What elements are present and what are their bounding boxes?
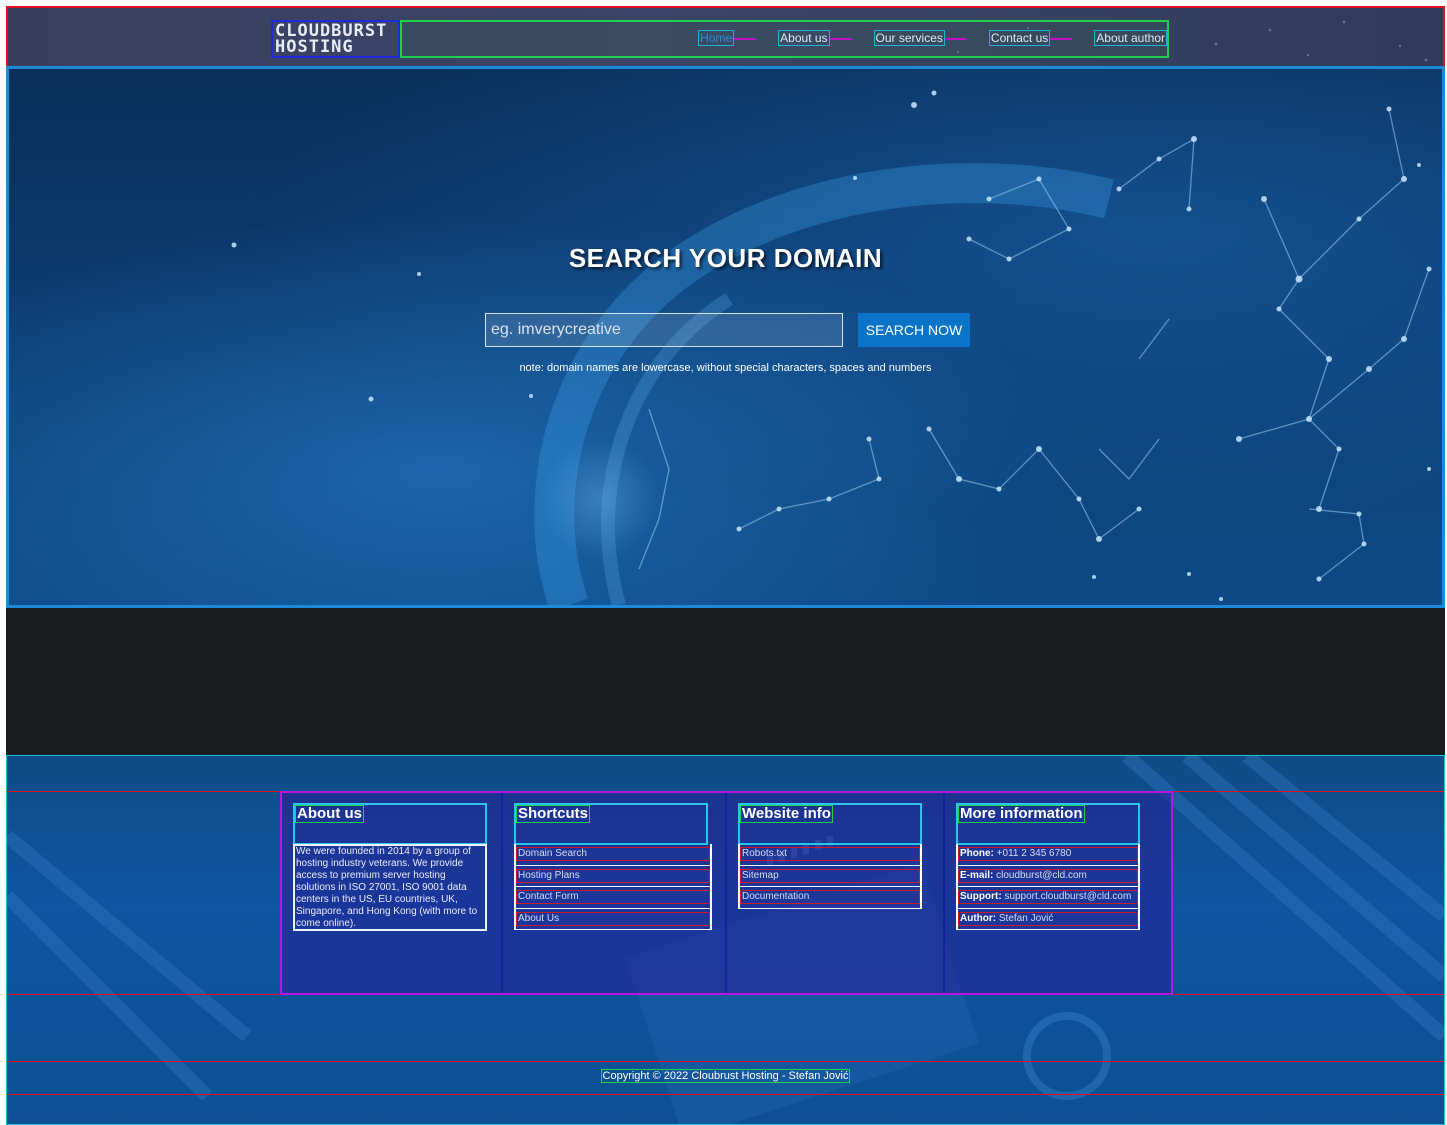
nav-item-home: Home xyxy=(698,30,757,46)
nav-item-about-us: About us xyxy=(778,30,852,46)
footer-heading-about: About us xyxy=(293,803,487,845)
logo[interactable]: CLOUDBURST HOSTING xyxy=(271,20,400,58)
info-label: Author: xyxy=(960,913,997,925)
nav-list: Home About us Our services Contact us Ab… xyxy=(698,30,1167,46)
site-footer: About us We were founded in 2014 by a gr… xyxy=(6,755,1445,1125)
nav-divider xyxy=(734,38,757,40)
more-info-list: Phone: +011 2 345 6780 E-mail: cloudburs… xyxy=(956,844,1140,931)
nav-link-our-services[interactable]: Our services xyxy=(873,30,945,46)
list-item: Domain Search xyxy=(516,844,710,866)
footer-heading-about-text: About us xyxy=(295,805,364,823)
domain-search-input[interactable] xyxy=(485,313,843,347)
logo-line-2: HOSTING xyxy=(275,37,354,57)
footer-column-about: About us We were founded in 2014 by a gr… xyxy=(282,793,503,993)
footer-column-shortcuts: Shortcuts Domain Search Hosting Plans Co… xyxy=(503,793,727,993)
footer-link-hosting-plans[interactable]: Hosting Plans xyxy=(516,868,710,883)
footer-heading-website-info-text: Website info xyxy=(740,805,833,823)
nav-item-our-services: Our services xyxy=(873,30,967,46)
domain-note: note: domain names are lowercase, withou… xyxy=(519,362,932,374)
main-navigation: Home About us Our services Contact us Ab… xyxy=(400,20,1169,58)
footer-link-about-us[interactable]: About Us xyxy=(516,912,710,927)
copyright-bar: Copyright © 2022 Cloubrust Hosting - Ste… xyxy=(7,1061,1444,1095)
nav-divider xyxy=(944,38,967,40)
copyright-text-wrap: Copyright © 2022 Cloubrust Hosting - Ste… xyxy=(7,1069,1444,1083)
list-item: Documentation xyxy=(740,887,920,909)
search-now-button[interactable]: SEARCH NOW xyxy=(858,313,970,347)
info-label: Phone: xyxy=(960,848,994,860)
footer-link-contact-form[interactable]: Contact Form xyxy=(516,890,710,905)
hero-section: SEARCH YOUR DOMAIN SEARCH NOW note: doma… xyxy=(6,66,1445,608)
info-email: E-mail: cloudburst@cld.com xyxy=(958,868,1138,883)
footer-link-robots[interactable]: Robots.txt xyxy=(740,847,920,862)
list-item: Hosting Plans xyxy=(516,866,710,888)
footer-link-documentation[interactable]: Documentation xyxy=(740,890,920,905)
content-spacer xyxy=(6,608,1445,755)
footer-heading-shortcuts-text: Shortcuts xyxy=(516,805,591,823)
footer-link-sitemap[interactable]: Sitemap xyxy=(740,868,920,883)
info-value: +011 2 345 6780 xyxy=(996,848,1072,860)
footer-column-more-info: More information Phone: +011 2 345 6780 … xyxy=(945,793,1171,993)
info-label: E-mail: xyxy=(960,869,994,881)
info-value: Stefan Jović xyxy=(998,913,1054,925)
footer-heading-shortcuts: Shortcuts xyxy=(514,803,708,845)
nav-divider xyxy=(829,38,852,40)
list-item: E-mail: cloudburst@cld.com xyxy=(958,866,1138,888)
footer-columns: About us We were founded in 2014 by a gr… xyxy=(280,791,1173,995)
copyright-text: Copyright © 2022 Cloubrust Hosting - Ste… xyxy=(600,1069,851,1083)
info-author: Author: Stefan Jović xyxy=(958,912,1138,927)
nav-link-about-us[interactable]: About us xyxy=(778,30,830,46)
info-phone: Phone: +011 2 345 6780 xyxy=(958,847,1138,862)
nav-link-contact-us[interactable]: Contact us xyxy=(988,30,1051,46)
list-item: Sitemap xyxy=(740,866,920,888)
list-item: Author: Stefan Jović xyxy=(958,909,1138,931)
nav-divider xyxy=(1050,38,1073,40)
info-label: Support: xyxy=(960,891,1002,903)
shortcuts-list: Domain Search Hosting Plans Contact Form… xyxy=(514,844,712,931)
nav-link-home[interactable]: Home xyxy=(698,30,735,46)
info-support: Support: support.cloudburst@cld.com xyxy=(958,890,1138,905)
nav-item-contact-us: Contact us xyxy=(988,30,1073,46)
info-value: support.cloudburst@cld.com xyxy=(1004,891,1132,903)
footer-link-domain-search[interactable]: Domain Search xyxy=(516,847,710,862)
list-item: About Us xyxy=(516,909,710,931)
footer-heading-website-info: Website info xyxy=(738,803,922,845)
website-info-list: Robots.txt Sitemap Documentation xyxy=(738,844,922,909)
nav-item-about-author: About author xyxy=(1094,30,1167,46)
list-item: Contact Form xyxy=(516,887,710,909)
nav-link-about-author[interactable]: About author xyxy=(1094,30,1167,46)
footer-heading-more-info-text: More information xyxy=(958,805,1085,823)
list-item: Phone: +011 2 345 6780 xyxy=(958,844,1138,866)
list-item: Robots.txt xyxy=(740,844,920,866)
footer-about-text: We were founded in 2014 by a group of ho… xyxy=(293,844,487,931)
info-value: cloudburst@cld.com xyxy=(996,869,1087,881)
hero-title: SEARCH YOUR DOMAIN xyxy=(568,243,883,273)
site-header: CLOUDBURST HOSTING Home About us Our ser… xyxy=(6,6,1445,68)
footer-column-website-info: Website info Robots.txt Sitemap Document… xyxy=(727,793,945,993)
list-item: Support: support.cloudburst@cld.com xyxy=(958,887,1138,909)
footer-heading-more-info: More information xyxy=(956,803,1140,845)
